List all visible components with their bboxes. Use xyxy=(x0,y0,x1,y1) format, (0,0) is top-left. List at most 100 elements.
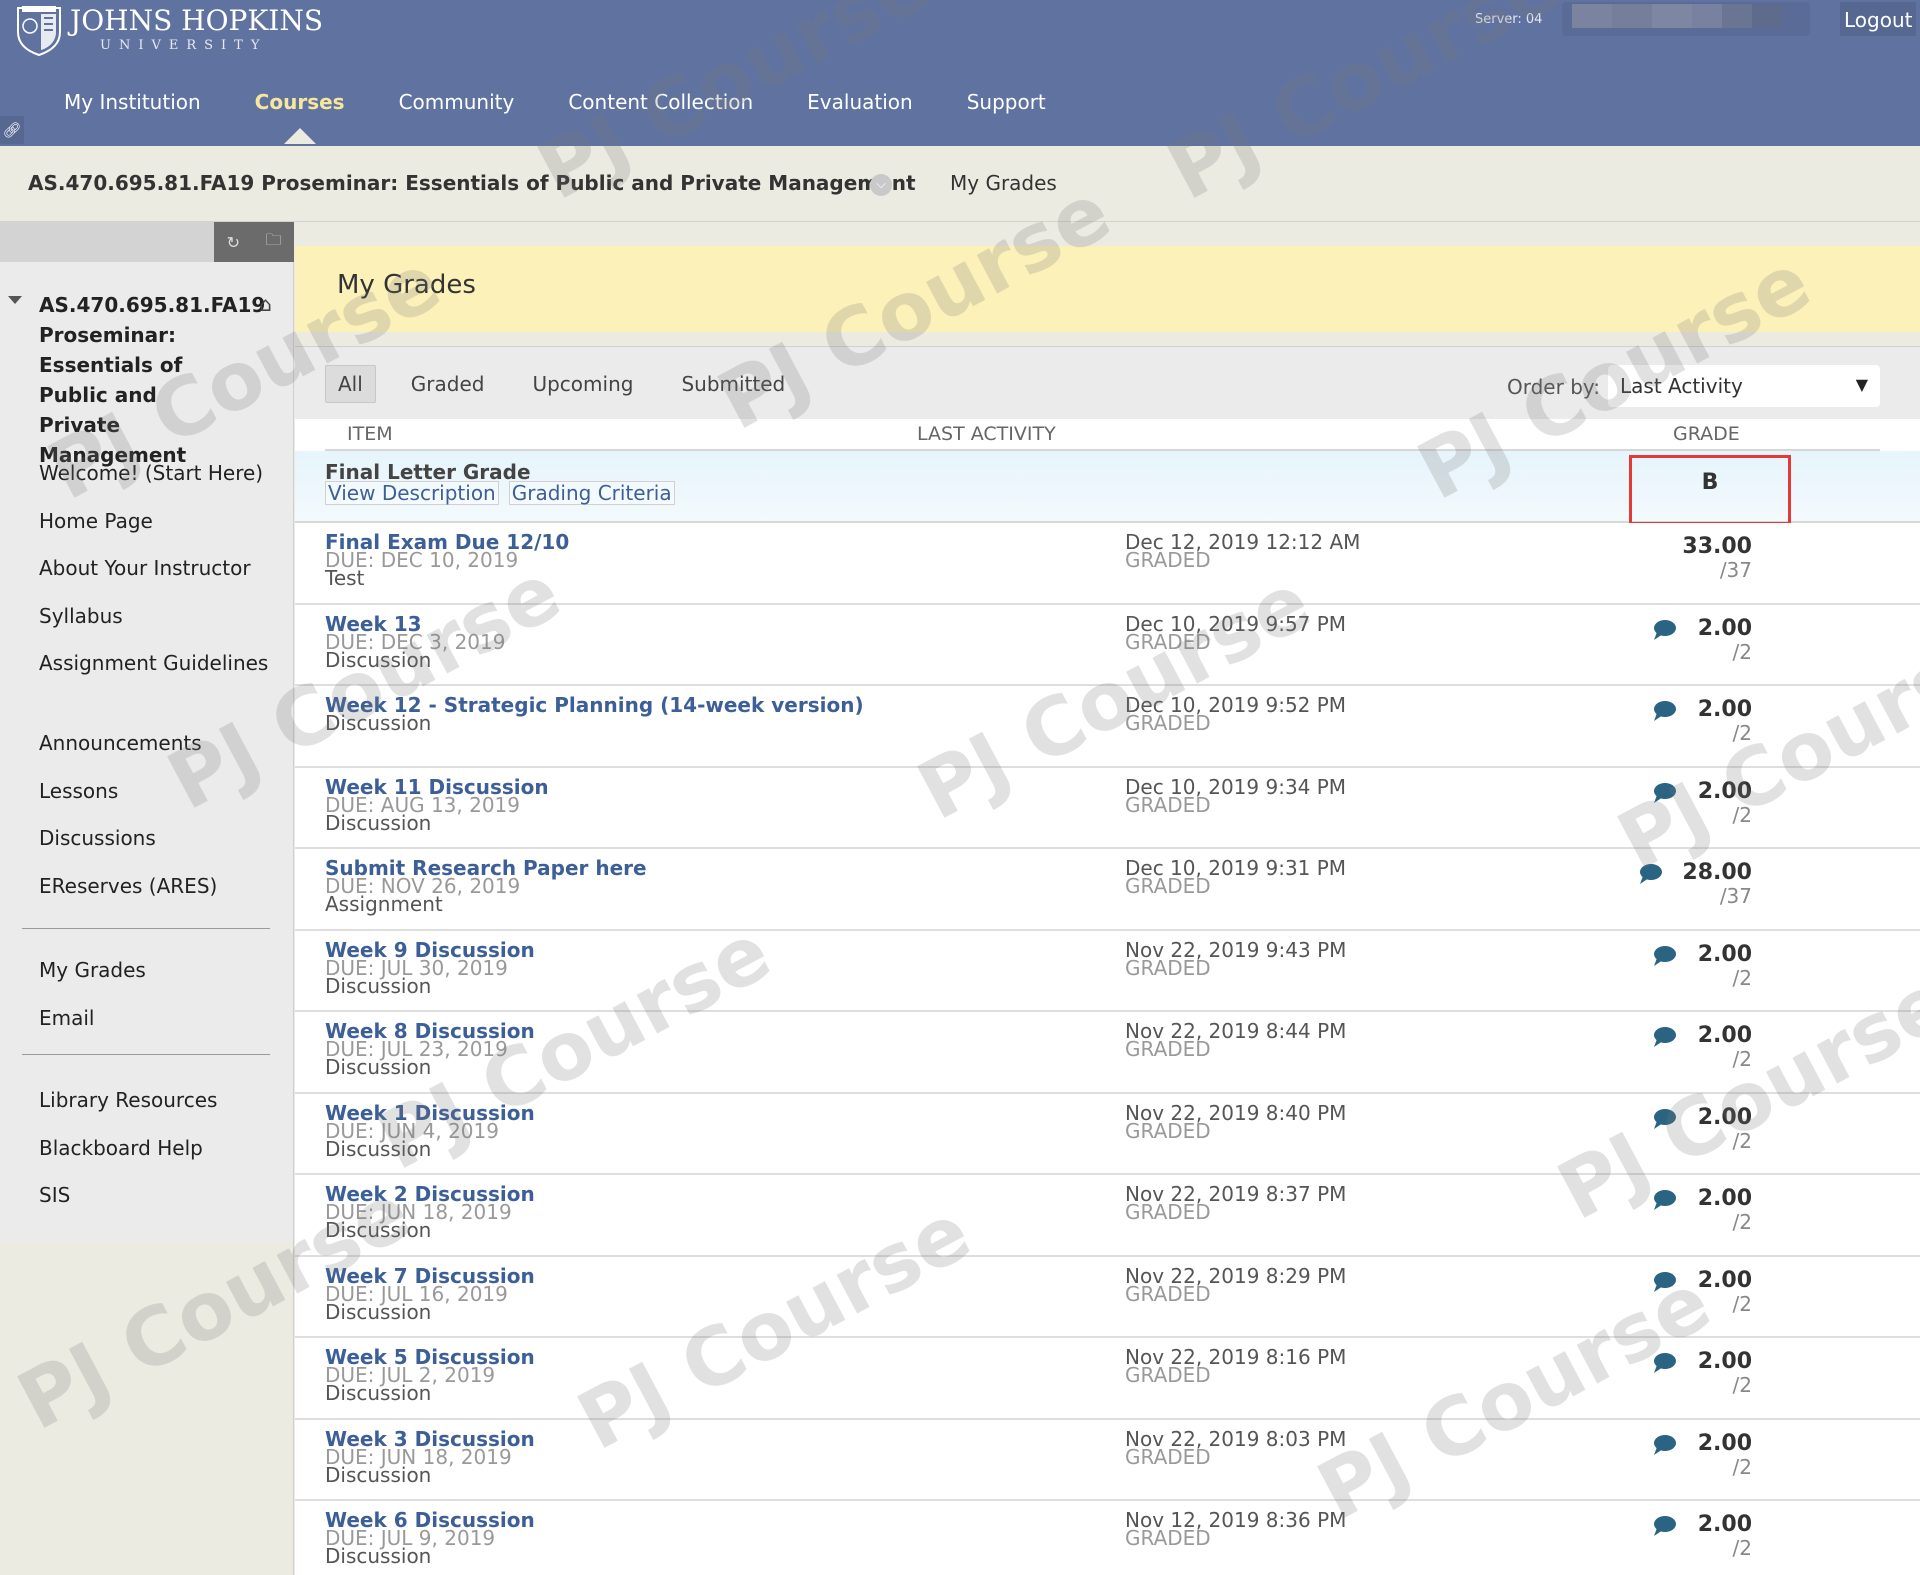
comment-bubble-icon[interactable] xyxy=(1652,1026,1676,1048)
comment-bubble-icon[interactable] xyxy=(1652,1515,1676,1537)
folder-icon[interactable]: 🗀︎ xyxy=(265,229,281,256)
item-name: Final Letter Grade xyxy=(325,460,531,484)
column-header-item[interactable]: ITEM xyxy=(347,423,393,445)
chevron-down-icon[interactable]: ⌵ xyxy=(870,174,892,196)
nav-label: Content Collection xyxy=(568,90,754,114)
filter-submitted[interactable]: Submitted xyxy=(668,365,798,403)
sidebar-item-blackboard-help[interactable]: Blackboard Help xyxy=(39,1133,289,1181)
nav-label: Evaluation xyxy=(807,90,913,114)
grade-cell[interactable]: 2.00 /2 xyxy=(1698,1024,1752,1071)
grade-score: 28.00 xyxy=(1682,860,1752,885)
grade-cell[interactable]: 2.00 /2 xyxy=(1698,616,1752,663)
grade-cell[interactable]: 33.00 /37 xyxy=(1682,534,1752,582)
active-tab-caret xyxy=(283,128,316,144)
sidebar-item-lessons[interactable]: Lessons xyxy=(39,776,289,824)
jhu-logo[interactable]: JOHNS HOPKINS UNIVERSITY xyxy=(14,2,323,56)
filter-all[interactable]: All xyxy=(325,365,376,403)
main-nav: My Institution Courses Community Content… xyxy=(64,90,1100,144)
activity-status: GRADED xyxy=(1125,955,1211,980)
activity-status: GRADED xyxy=(1125,1444,1211,1469)
collapse-triangle-icon[interactable] xyxy=(8,296,22,304)
order-by-select[interactable]: Last Activity ▼ xyxy=(1608,365,1880,407)
sidebar-item-my-grades[interactable]: My Grades xyxy=(39,955,289,1003)
activity-status: GRADED xyxy=(1125,629,1211,654)
sidebar-footer-area xyxy=(0,1242,294,1575)
comment-bubble-icon[interactable] xyxy=(1652,619,1676,641)
sidebar-item-about-instructor[interactable]: About Your Instructor xyxy=(39,553,289,601)
user-menu-redacted[interactable] xyxy=(1562,2,1810,36)
page-title-band: My Grades xyxy=(295,246,1920,332)
comment-bubble-icon[interactable] xyxy=(1652,945,1676,967)
grade-cell[interactable]: 2.00 /2 xyxy=(1697,697,1752,745)
nav-evaluation[interactable]: Evaluation xyxy=(807,90,913,114)
grade-score: 2.00 xyxy=(1697,697,1752,722)
grade-cell[interactable]: 2.00 /2 xyxy=(1698,1187,1752,1234)
activity-status: GRADED xyxy=(1125,792,1211,817)
nav-courses[interactable]: Courses xyxy=(255,90,345,144)
grade-score: 33.00 xyxy=(1682,534,1752,559)
grade-row: Submit Research Paper here DUE: NOV 26, … xyxy=(295,849,1920,931)
item-type: Discussion xyxy=(325,1299,432,1324)
sidebar-course-header[interactable]: AS.470.695.81.FA19 Proseminar: Essential… xyxy=(8,290,284,470)
grade-cell[interactable]: 2.00 /2 xyxy=(1697,1267,1752,1315)
course-title-link[interactable]: AS.470.695.81.FA19 Proseminar: Essential… xyxy=(28,171,916,195)
home-icon[interactable]: ⌂ xyxy=(259,292,272,316)
grade-score: 2.00 xyxy=(1697,1104,1752,1130)
grade-row: Week 1 Discussion DUE: JUN 4, 2019 Discu… xyxy=(295,1093,1920,1175)
filter-graded[interactable]: Graded xyxy=(398,365,498,403)
filter-upcoming[interactable]: Upcoming xyxy=(519,365,646,403)
grade-cell[interactable]: 2.00 /2 xyxy=(1697,1349,1752,1397)
activity-status: GRADED xyxy=(1125,1118,1211,1143)
grades-panel: All Graded Upcoming Submitted Order by: … xyxy=(295,346,1920,1575)
link-icon[interactable]: 🔗︎ xyxy=(0,116,24,144)
item-type: Test xyxy=(325,566,365,590)
comment-bubble-icon[interactable] xyxy=(1652,700,1676,722)
grade-cell[interactable]: 2.00 /2 xyxy=(1698,942,1752,989)
comment-bubble-icon[interactable] xyxy=(1652,1352,1676,1374)
sidebar-item-welcome[interactable]: Welcome! (Start Here) xyxy=(39,458,289,506)
grade-score: 2.00 xyxy=(1697,1349,1752,1374)
grade-cell[interactable]: 2.00 /2 xyxy=(1697,1104,1752,1152)
logout-button[interactable]: Logout xyxy=(1840,2,1917,36)
grade-score: 2.00 xyxy=(1697,1267,1752,1293)
nav-my-institution[interactable]: My Institution xyxy=(64,90,201,114)
server-label: Server: 04 xyxy=(1475,12,1543,27)
comment-bubble-icon[interactable] xyxy=(1652,1271,1676,1293)
refresh-icon[interactable]: ↻ xyxy=(227,233,240,252)
column-header-grade[interactable]: GRADE xyxy=(1673,423,1740,445)
comment-bubble-icon[interactable] xyxy=(1638,863,1662,885)
sidebar-item-syllabus[interactable]: Syllabus xyxy=(39,601,289,649)
grade-possible: /37 xyxy=(1719,884,1752,908)
grade-cell[interactable]: 28.00 /37 xyxy=(1682,860,1752,908)
activity-status: GRADED xyxy=(1125,874,1211,898)
table-header: ITEM LAST ACTIVITY GRADE xyxy=(325,419,1880,451)
comment-bubble-icon[interactable] xyxy=(1652,1434,1676,1456)
sidebar-item-home-page[interactable]: Home Page xyxy=(39,506,289,554)
sidebar-item-email[interactable]: Email xyxy=(39,1003,289,1051)
column-header-last-activity[interactable]: LAST ACTIVITY xyxy=(917,423,1056,445)
nav-content-collection[interactable]: Content Collection xyxy=(568,90,753,114)
comment-bubble-icon[interactable] xyxy=(1652,1189,1676,1211)
nav-support[interactable]: Support xyxy=(967,90,1046,114)
sidebar-item-ereserves[interactable]: EReserves (ARES) xyxy=(39,871,289,919)
comment-bubble-icon[interactable] xyxy=(1652,1108,1676,1130)
grade-possible: /2 xyxy=(1732,802,1752,827)
sidebar-item-sis[interactable]: SIS xyxy=(39,1180,289,1228)
logo-title: JOHNS HOPKINS xyxy=(70,4,324,37)
sidebar-course-title[interactable]: AS.470.695.81.FA19 Proseminar: Essential… xyxy=(39,290,265,470)
grade-cell[interactable]: 2.00 /2 xyxy=(1698,779,1752,827)
grading-criteria-link[interactable]: Grading Criteria xyxy=(508,481,675,505)
activity-status: GRADED xyxy=(1125,1526,1211,1550)
sidebar-item-assignment-guidelines[interactable]: Assignment Guidelines xyxy=(39,648,289,696)
sidebar-item-announcements[interactable]: Announcements xyxy=(39,728,289,776)
sidebar-item-library-resources[interactable]: Library Resources xyxy=(39,1085,289,1133)
letter-grade-value: B xyxy=(1701,470,1719,495)
grade-cell[interactable]: 2.00 /2 xyxy=(1698,1431,1752,1478)
comment-bubble-icon[interactable] xyxy=(1652,782,1676,804)
sidebar-item-discussions[interactable]: Discussions xyxy=(39,823,289,871)
view-description-link[interactable]: View Description xyxy=(325,481,499,505)
sidebar-group-1: Welcome! (Start Here) Home Page About Yo… xyxy=(39,458,289,696)
nav-community[interactable]: Community xyxy=(399,90,515,114)
item-type: Discussion xyxy=(325,810,432,835)
grade-cell[interactable]: 2.00 /2 xyxy=(1698,1513,1752,1560)
